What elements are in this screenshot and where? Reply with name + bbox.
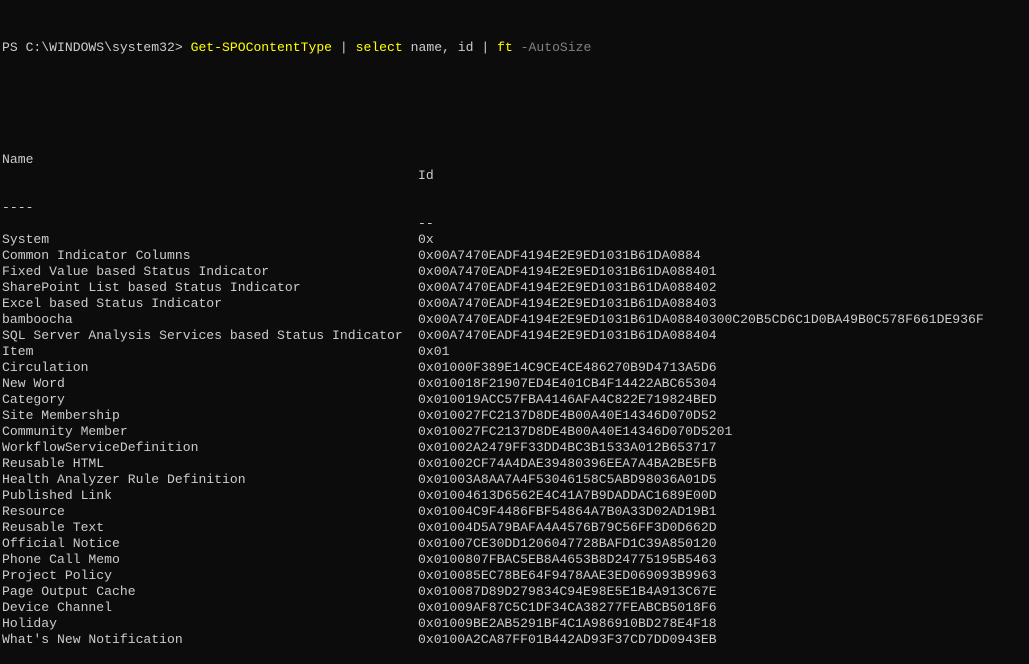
pipe-token: |	[473, 40, 498, 55]
table-row: System 0x	[2, 232, 1029, 248]
row-name: New Word	[2, 376, 65, 391]
row-name: Page Output Cache	[2, 584, 136, 599]
row-id: 0x010085EC78BE64F9478AAE3ED069093B9963	[418, 568, 717, 583]
row-id: 0x01002A2479FF33DD4BC3B1533A012B653717	[418, 440, 717, 455]
table-row: Reusable Text 0x01004D5A79BAFA4A4576B79C5…	[2, 520, 1029, 536]
row-name: Community Member	[2, 424, 128, 439]
cmdlet-token: Get-SPOContentType	[190, 40, 333, 55]
row-name: Category	[2, 392, 65, 407]
row-id: 0x0100A2CA87FF01B442AD93F37CD7DD0943EB	[418, 632, 717, 647]
table-row: Category 0x010019ACC57FBA4146AFA4C822E719…	[2, 392, 1029, 408]
table-row: Common Indicator Columns 0x00A7470EADF419…	[2, 248, 1029, 264]
table-row: SQL Server Analysis Services based Statu…	[2, 328, 1029, 344]
table-row: Published Link 0x01004613D6562E4C41A7B9DA…	[2, 488, 1029, 504]
row-id: 0x0100807FBAC5EB8A4653B8D24775195B5463	[418, 552, 717, 567]
row-name: Phone Call Memo	[2, 552, 120, 567]
row-id: 0x01009BE2AB5291BF4C1A986910BD278E4F18	[418, 616, 717, 631]
select-token: select	[355, 40, 403, 55]
row-name: What's New Notification	[2, 632, 183, 647]
table-row: New Word 0x010018F21907ED4E401CB4F14422AB…	[2, 376, 1029, 392]
row-id: 0x00A7470EADF4194E2E9ED1031B61DA08840300…	[418, 312, 984, 327]
row-id: 0x010027FC2137D8DE4B00A40E14346D070D5201	[418, 424, 733, 439]
table-row: Excel based Status Indicator 0x00A7470EAD…	[2, 296, 1029, 312]
row-name: Holiday	[2, 616, 58, 631]
row-id: 0x00A7470EADF4194E2E9ED1031B61DA0884	[418, 248, 701, 263]
row-id: 0x01003A8AA7A4F53046158C5ABD98036A01D5	[418, 472, 717, 487]
table-header-underline: ---- --	[2, 184, 1029, 231]
row-name: WorkflowServiceDefinition	[2, 440, 199, 455]
row-id: 0x00A7470EADF4194E2E9ED1031B61DA088404	[418, 328, 717, 343]
autosize-param-token: -AutoSize	[520, 40, 592, 55]
table-row: Official Notice 0x01007CE30DD1206047728BA…	[2, 536, 1029, 552]
row-name: Reusable HTML	[2, 456, 105, 471]
row-name: Resource	[2, 504, 65, 519]
row-id: 0x01004613D6562E4C41A7B9DADDAC1689E00D	[418, 488, 717, 503]
table-row: Reusable HTML 0x01002CF74A4DAE39480396EEA…	[2, 456, 1029, 472]
row-id: 0x01002CF74A4DAE39480396EEA7A4BA2BE5FB	[418, 456, 717, 471]
table-row: Fixed Value based Status Indicator 0x00A7…	[2, 264, 1029, 280]
table-row: Resource 0x01004C9F4486FBF54864A7B0A33D02…	[2, 504, 1029, 520]
row-name: Site Membership	[2, 408, 120, 423]
console-output[interactable]: PS C:\WINDOWS\system32> Get-SPOContentTy…	[2, 8, 1029, 664]
table-header: Name Id	[2, 136, 1029, 183]
row-id: 0x010087D89D279834C94E98E5E1B4A913C67E	[418, 584, 717, 599]
row-name: bamboocha	[2, 312, 73, 327]
table-row: What's New Notification 0x0100A2CA87FF01B…	[2, 632, 1029, 648]
table-row: Device Channel 0x01009AF87C5C1DF34CA38277…	[2, 600, 1029, 616]
row-id: 0x010018F21907ED4E401CB4F14422ABC65304	[418, 376, 717, 391]
row-id: 0x01007CE30DD1206047728BAFD1C39A850120	[418, 536, 717, 551]
row-id: 0x01	[418, 344, 450, 359]
table-row: Site Membership 0x010027FC2137D8DE4B00A40…	[2, 408, 1029, 424]
table-row: Holiday 0x01009BE2AB5291BF4C1A986910BD278…	[2, 616, 1029, 632]
prompt-path: PS C:\WINDOWS\system32>	[2, 40, 191, 55]
row-id: 0x010027FC2137D8DE4B00A40E14346D070D52	[418, 408, 717, 423]
table-row: WorkflowServiceDefinition 0x01002A2479FF3…	[2, 440, 1029, 456]
header-name: Name	[2, 152, 34, 167]
table-row: Community Member 0x010027FC2137D8DE4B00A4…	[2, 424, 1029, 440]
row-name: System	[2, 232, 50, 247]
table-row: bamboocha 0x00A7470EADF4194E2E9ED1031B61D…	[2, 312, 1029, 328]
ft-token: ft	[497, 40, 513, 55]
header-id: Id	[418, 168, 434, 183]
row-name: Reusable Text	[2, 520, 105, 535]
row-id: 0x01000F389E14C9CE4CE486270B9D4713A5D6	[418, 360, 717, 375]
row-name: Official Notice	[2, 536, 120, 551]
table-row: Project Policy 0x010085EC78BE64F9478AAE3E…	[2, 568, 1029, 584]
row-id: 0x00A7470EADF4194E2E9ED1031B61DA088401	[418, 264, 717, 279]
row-name: Item	[2, 344, 34, 359]
header-id-underline: --	[418, 216, 434, 231]
table-row: Page Output Cache 0x010087D89D279834C94E9…	[2, 584, 1029, 600]
row-name: Project Policy	[2, 568, 113, 583]
row-name: Circulation	[2, 360, 89, 375]
row-name: Published Link	[2, 488, 113, 503]
row-name: SQL Server Analysis Services based Statu…	[2, 328, 403, 343]
row-id: 0x01004D5A79BAFA4A4576B79C56FF3D0D662D	[418, 520, 717, 535]
row-name: Fixed Value based Status Indicator	[2, 264, 270, 279]
table-row: Item 0x01	[2, 344, 1029, 360]
header-name-underline: ----	[2, 200, 34, 215]
row-id: 0x	[418, 232, 434, 247]
select-args-token: name, id	[402, 40, 474, 55]
row-name: SharePoint List based Status Indicator	[2, 280, 301, 295]
table-row: SharePoint List based Status Indicator 0x…	[2, 280, 1029, 296]
row-name: Device Channel	[2, 600, 113, 615]
row-id: 0x00A7470EADF4194E2E9ED1031B61DA088403	[418, 296, 717, 311]
row-id: 0x010019ACC57FBA4146AFA4C822E719824BED	[418, 392, 717, 407]
table-row: Circulation 0x01000F389E14C9CE4CE486270B9…	[2, 360, 1029, 376]
table-row: Health Analyzer Rule Definition 0x01003A8…	[2, 472, 1029, 488]
row-id: 0x01004C9F4486FBF54864A7B0A33D02AD19B1	[418, 504, 717, 519]
row-name: Common Indicator Columns	[2, 248, 191, 263]
pipe-token: |	[332, 40, 356, 55]
table-body: System 0x Common Indicator Columns 0x00A747…	[2, 232, 1029, 648]
row-name: Excel based Status Indicator	[2, 296, 223, 311]
row-id: 0x00A7470EADF4194E2E9ED1031B61DA088402	[418, 280, 717, 295]
prompt-line: PS C:\WINDOWS\system32> Get-SPOContentTy…	[2, 40, 1029, 56]
table-row: Phone Call Memo 0x0100807FBAC5EB8A4653B8D…	[2, 552, 1029, 568]
row-name: Health Analyzer Rule Definition	[2, 472, 246, 487]
row-id: 0x01009AF87C5C1DF34CA38277FEABCB5018F6	[418, 600, 717, 615]
